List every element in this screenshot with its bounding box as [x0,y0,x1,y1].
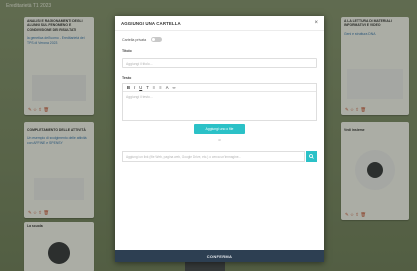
text-color-icon[interactable]: A [166,85,169,90]
link-icon[interactable]: ∞ [173,85,176,90]
private-toggle[interactable] [151,37,163,42]
search-button[interactable] [306,151,317,162]
editor-toolbar: B I U T ≡ ≡ A ∞ [123,84,316,92]
search-icon [309,154,314,159]
upload-file-button[interactable]: Aggiungi uno o file [194,124,245,134]
private-label: Cartella privata [122,37,147,42]
title-label: Titolo [122,49,132,53]
italic-icon[interactable]: I [134,85,135,90]
text-label: Testo [122,76,132,80]
link-search-input[interactable]: Aggiungi un link (file Web, pagina web, … [122,151,305,162]
bold-icon[interactable]: B [127,85,130,90]
bullet-list-icon[interactable]: ≡ [153,85,155,90]
modal-header: AGGIUNGI UNA CARTELLA × [115,16,324,31]
modal-title: AGGIUNGI UNA CARTELLA [121,20,181,26]
text-editor[interactable]: B I U T ≡ ≡ A ∞ Aggiungi il testo... [122,83,317,121]
numbered-list-icon[interactable]: ≡ [159,85,161,90]
text-editor-body[interactable]: Aggiungi il testo... [123,92,316,102]
title-input[interactable]: Aggiungi il titolo... [122,58,317,68]
private-toggle-row: Cartella privata [122,37,163,42]
close-icon[interactable]: × [314,20,318,26]
add-folder-modal: AGGIUNGI UNA CARTELLA × Cartella privata… [115,16,324,262]
underline-icon[interactable]: U [139,85,142,90]
or-separator: o [218,138,221,142]
toggle-knob [152,38,156,41]
confirm-button[interactable]: CONFERMA [115,250,324,262]
text-size-icon[interactable]: T [146,85,149,90]
